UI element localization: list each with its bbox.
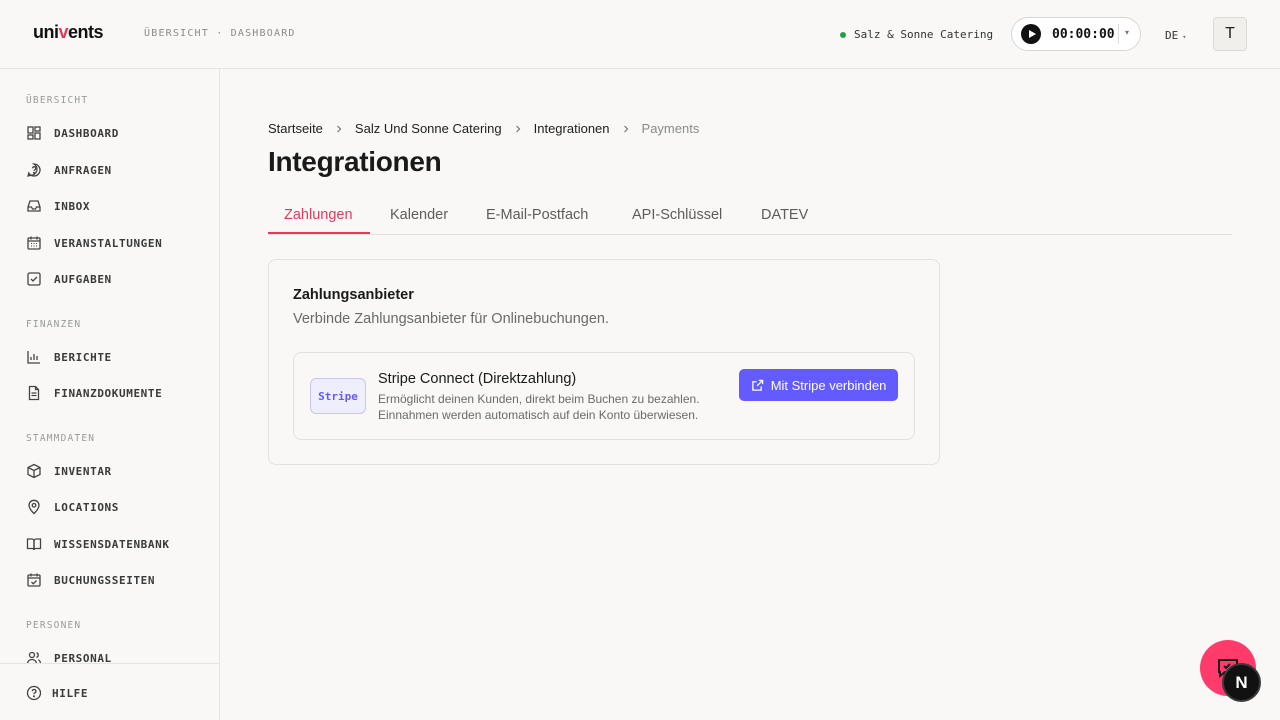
sidebar-section-finanzen: FINANZEN [26, 319, 82, 330]
sidebar-item-finanzdokumente[interactable]: FINANZDOKUMENTE [26, 385, 162, 401]
connect-stripe-button[interactable]: Mit Stripe verbinden [739, 369, 898, 401]
chevron-right-icon [515, 125, 520, 132]
question-icon [27, 163, 41, 177]
app-logo[interactable]: univents [33, 22, 104, 43]
sidebar-section-stammdaten: STAMMDATEN [26, 433, 96, 444]
provider-description: Ermöglicht deinen Kunden, direkt beim Bu… [378, 391, 728, 423]
sidebar: ÜBERSICHT DASHBOARD ANFRAGEN INBOX VERAN… [0, 69, 220, 720]
document-icon [28, 385, 40, 401]
chevron-down-icon[interactable]: ▾ [1125, 28, 1129, 37]
play-icon[interactable] [1021, 24, 1041, 44]
sidebar-item-anfragen[interactable]: ANFRAGEN [26, 162, 112, 178]
timer-divider [1118, 24, 1119, 44]
sidebar-item-aufgaben[interactable]: AUFGABEN [26, 271, 112, 287]
chevron-down-icon: ▾ [1182, 33, 1187, 41]
chevron-right-icon [336, 125, 342, 132]
help-link[interactable]: HILFE [26, 685, 88, 701]
sidebar-item-inventar[interactable]: INVENTAR [26, 463, 112, 479]
card-subtitle: Verbinde Zahlungsanbieter für Onlinebuch… [293, 311, 610, 327]
n-badge[interactable]: N [1222, 663, 1261, 702]
breadcrumb-payments: Payments [641, 121, 700, 136]
tab-kalender[interactable]: Kalender [390, 207, 448, 223]
sidebar-item-inbox[interactable]: INBOX [26, 198, 90, 214]
calendar-icon [27, 236, 41, 250]
sidebar-item-locations[interactable]: LOCATIONS [26, 499, 119, 515]
organization-name: Salz & Sonne Catering [854, 28, 994, 41]
language-selector[interactable]: DE ▾ [1165, 29, 1186, 42]
breadcrumb: Startseite Salz Und Sonne Catering Integ… [268, 121, 699, 136]
breadcrumb-integrationen[interactable]: Integrationen [534, 121, 610, 136]
sidebar-item-veranstaltungen[interactable]: VERANSTALTUNGEN [26, 235, 162, 251]
map-pin-icon [28, 499, 40, 515]
status-dot [840, 31, 846, 38]
tab-api-schluessel[interactable]: API-Schlüssel [632, 207, 722, 223]
inbox-icon [27, 200, 41, 212]
stripe-logo: Stripe [310, 378, 366, 414]
time-tracker: 00:00:00 ▾ [1011, 17, 1141, 51]
sidebar-item-berichte[interactable]: BERICHTE [26, 349, 112, 365]
sidebar-item-wissensdatenbank[interactable]: WISSENSDATENBANK [26, 536, 170, 552]
card-title: Zahlungsanbieter [293, 287, 414, 303]
header-breadcrumb: ÜBERSICHT · DASHBOARD [144, 28, 296, 39]
page-title: Integrationen [268, 146, 442, 177]
provider-name: Stripe Connect (Direktzahlung) [378, 371, 577, 387]
breadcrumb-startseite[interactable]: Startseite [268, 121, 323, 136]
bar-chart-icon [27, 351, 40, 364]
provider-description-line: Einnahmen werden automatisch auf dein Ko… [378, 408, 699, 422]
payment-providers-card: Zahlungsanbieter Verbinde Zahlungsanbiet… [268, 259, 940, 465]
calendar-check-icon [27, 573, 41, 587]
help-circle-icon [26, 685, 42, 701]
breadcrumb-organization[interactable]: Salz Und Sonne Catering [355, 121, 502, 136]
sidebar-section-uebersicht: ÜBERSICHT [26, 95, 89, 106]
organization-switcher[interactable]: Salz & Sonne Catering [840, 28, 993, 41]
external-link-icon [751, 379, 763, 391]
dashboard-icon [27, 126, 41, 140]
integration-tabs: Zahlungen Kalender E-Mail-Postfach API-S… [268, 197, 1232, 235]
sidebar-item-dashboard[interactable]: DASHBOARD [26, 125, 119, 141]
sidebar-section-personen: PERSONEN [26, 620, 82, 631]
box-icon [27, 463, 41, 479]
user-avatar[interactable]: T [1213, 17, 1247, 51]
active-tab-indicator [268, 232, 370, 234]
book-icon [26, 538, 42, 551]
chevron-right-icon [623, 125, 628, 132]
tab-email-postfach[interactable]: E-Mail-Postfach [486, 207, 588, 223]
top-bar: univents ÜBERSICHT · DASHBOARD Salz & So… [0, 0, 1280, 69]
checkbox-icon [27, 272, 41, 286]
stripe-provider-row: Stripe Stripe Connect (Direktzahlung) Er… [293, 352, 915, 440]
tab-datev[interactable]: DATEV [761, 207, 808, 223]
provider-description-line: Ermöglicht deinen Kunden, direkt beim Bu… [378, 392, 700, 406]
timer-display: 00:00:00 [1052, 26, 1115, 42]
tab-zahlungen[interactable]: Zahlungen [284, 207, 353, 223]
sidebar-item-buchungsseiten[interactable]: BUCHUNGSSEITEN [26, 572, 155, 588]
sidebar-footer: HILFE [0, 663, 219, 720]
